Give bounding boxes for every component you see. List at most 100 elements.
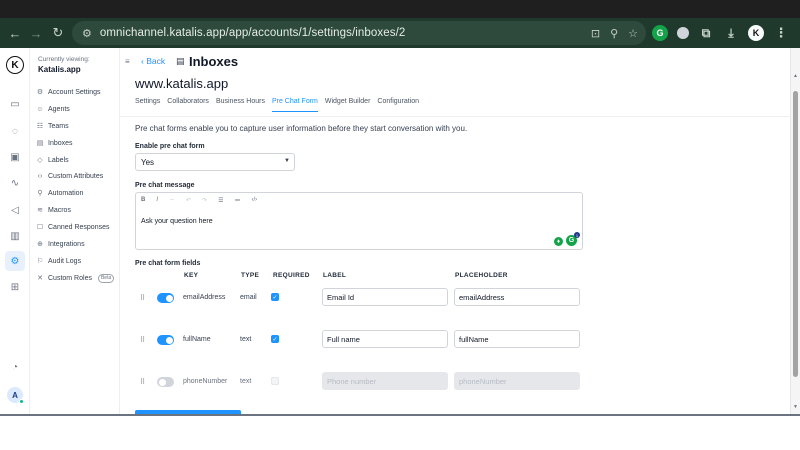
- conversations-icon[interactable]: ◌: [7, 123, 23, 139]
- primary-nav-rail: K ▭ ◌ ▣ ∿ ◁ ▥ ⚙ ⊞ ◔ A: [0, 48, 30, 414]
- back-button-label: Back: [146, 56, 166, 66]
- sidebar-item-integrations[interactable]: ⊕ Integrations: [36, 237, 118, 251]
- sidebar-item-label: Account Settings: [48, 88, 101, 96]
- scroll-up-icon[interactable]: ▲: [793, 73, 798, 79]
- page-scrollbar[interactable]: ▲ ▼: [790, 48, 800, 414]
- forward-arrow-icon[interactable]: →: [24, 21, 48, 45]
- field-placeholder-input[interactable]: emailAddress: [454, 288, 580, 306]
- settings-icon: ⚙: [36, 89, 44, 96]
- sidebar-item-teams[interactable]: ☷ Teams: [36, 119, 118, 133]
- bookmark-star-icon[interactable]: ☆: [628, 27, 638, 40]
- sidebar-item-label: Automation: [48, 189, 84, 197]
- undo-icon[interactable]: ↶: [186, 197, 191, 204]
- field-label-input[interactable]: Phone number: [322, 372, 448, 390]
- app-window: K ▭ ◌ ▣ ∿ ◁ ▥ ⚙ ⊞ ◔ A Currently viewing:…: [0, 48, 800, 416]
- apps-chip-icon[interactable]: ⊞: [7, 279, 23, 295]
- sidebar-item-custom-attributes[interactable]: ‹› Custom Attributes: [36, 169, 118, 183]
- field-label-input[interactable]: Full name: [322, 330, 448, 348]
- extensions-puzzle-icon[interactable]: ⧉: [698, 25, 714, 41]
- reports-icon[interactable]: ∿: [7, 175, 23, 191]
- tab-widget-builder[interactable]: Widget Builder: [325, 98, 371, 112]
- scroll-down-icon[interactable]: ▼: [793, 404, 798, 410]
- url-text[interactable]: omnichannel.katalis.app/app/accounts/1/s…: [100, 27, 406, 39]
- site-info-icon[interactable]: ⚙: [82, 27, 92, 40]
- address-bar[interactable]: ⚙ omnichannel.katalis.app/app/accounts/1…: [72, 21, 646, 45]
- lightbulb-icon[interactable]: ♦: [554, 237, 563, 246]
- tab-configuration[interactable]: Configuration: [377, 98, 419, 112]
- drag-handle-icon[interactable]: ⠿: [140, 336, 145, 344]
- bold-icon[interactable]: B: [141, 197, 145, 204]
- sidebar-item-audit-logs[interactable]: ⚐ Audit Logs: [36, 254, 118, 268]
- field-label-input[interactable]: Email Id: [322, 288, 448, 306]
- field-placeholder-input[interactable]: fullName: [454, 330, 580, 348]
- sidebar-toggle-icon[interactable]: ≡: [125, 57, 130, 66]
- katalis-logo-icon[interactable]: K: [6, 56, 24, 74]
- sidebar-item-label: Custom Roles: [48, 274, 92, 282]
- field-required-checkbox[interactable]: [271, 377, 279, 385]
- field-placeholder-input[interactable]: phoneNumber: [454, 372, 580, 390]
- help-center-icon[interactable]: ▥: [7, 228, 23, 244]
- sidebar-item-macros[interactable]: ≋ Macros: [36, 203, 118, 217]
- bullet-list-icon[interactable]: ☰: [218, 197, 223, 204]
- settings-sidebar: Currently viewing: Katalis.app ⚙ Account…: [30, 48, 120, 414]
- zoom-icon[interactable]: ⚲: [610, 27, 618, 40]
- pre-chat-message-label: Pre chat message: [135, 182, 195, 189]
- profile-k-icon[interactable]: K: [748, 25, 764, 41]
- field-key: emailAddress: [183, 294, 226, 301]
- sidebar-item-canned-responses[interactable]: ☐ Canned Responses: [36, 220, 118, 234]
- beta-badge: Beta: [97, 273, 115, 283]
- canned-response-icon: ☐: [36, 224, 44, 231]
- install-app-icon[interactable]: ⊡: [591, 27, 600, 40]
- field-type: email: [240, 294, 257, 301]
- download-icon[interactable]: ⤓: [723, 25, 739, 41]
- tab-settings[interactable]: Settings: [135, 98, 160, 112]
- sidebar-item-labels[interactable]: ◇ Labels: [36, 153, 118, 167]
- drag-handle-icon[interactable]: ⠿: [140, 378, 145, 386]
- back-button[interactable]: ‹ Back: [141, 56, 165, 66]
- contacts-icon[interactable]: ▣: [7, 149, 23, 165]
- sidebar-item-automation[interactable]: ⚲ Automation: [36, 186, 118, 200]
- audit-log-icon: ⚐: [36, 258, 44, 265]
- notifications-bell-icon[interactable]: ◔: [7, 359, 23, 375]
- main-content: ≡ ‹ Back ▤ Inboxes www.katalis.app Setti…: [120, 48, 800, 416]
- field-enabled-toggle[interactable]: [157, 293, 174, 303]
- scrollbar-thumb[interactable]: [793, 91, 798, 377]
- sidebar-item-inboxes[interactable]: ▤ Inboxes: [36, 136, 118, 150]
- integrations-icon: ⊕: [37, 241, 43, 248]
- field-required-checkbox[interactable]: ✓: [271, 293, 279, 301]
- browser-menu-icon[interactable]: ⋮: [773, 25, 789, 41]
- editor-toolbar: B I ⇔ ↶ ↷ ☰ ≔ ‹/›: [141, 197, 257, 204]
- inbox-icon[interactable]: ▭: [7, 96, 23, 112]
- extension-dot-icon[interactable]: [677, 27, 689, 39]
- sidebar-item-agents[interactable]: ☺ Agents: [36, 102, 118, 116]
- field-enabled-toggle[interactable]: [157, 377, 174, 387]
- field-required-checkbox[interactable]: ✓: [271, 335, 279, 343]
- code-block-icon[interactable]: ‹/›: [251, 197, 257, 204]
- settings-gear-icon[interactable]: ⚙: [5, 251, 25, 271]
- pre-chat-message-text[interactable]: Ask your question here: [141, 218, 213, 225]
- account-name[interactable]: Katalis.app: [38, 65, 81, 74]
- enable-pre-chat-select[interactable]: Yes ▼: [135, 153, 295, 171]
- sidebar-item-label: Canned Responses: [48, 223, 110, 231]
- reload-icon[interactable]: ↻: [46, 21, 70, 45]
- italic-icon[interactable]: I: [156, 197, 158, 204]
- sidebar-item-account-settings[interactable]: ⚙ Account Settings: [36, 85, 118, 99]
- field-key: fullName: [183, 336, 211, 343]
- tab-business-hours[interactable]: Business Hours: [216, 98, 265, 112]
- grammarly-extension-icon[interactable]: G: [652, 25, 668, 41]
- custom-roles-icon: ✕: [37, 275, 43, 282]
- field-enabled-toggle[interactable]: [157, 335, 174, 345]
- toggle-knob: [165, 336, 173, 344]
- redo-icon[interactable]: ↷: [202, 197, 207, 204]
- drag-handle-icon[interactable]: ⠿: [140, 294, 145, 302]
- pre-chat-intro-text: Pre chat forms enable you to capture use…: [135, 124, 468, 133]
- sidebar-item-custom-roles[interactable]: ✕ Custom Roles Beta: [36, 271, 118, 285]
- online-status-dot: [19, 399, 24, 404]
- campaigns-icon[interactable]: ◁: [7, 202, 23, 218]
- tab-collaborators[interactable]: Collaborators: [167, 98, 209, 112]
- pre-chat-message-editor[interactable]: B I ⇔ ↶ ↷ ☰ ≔ ‹/› Ask your question here…: [135, 192, 583, 250]
- sidebar-item-label: Integrations: [48, 240, 85, 248]
- numbered-list-icon[interactable]: ≔: [234, 197, 240, 204]
- tab-pre-chat-form[interactable]: Pre Chat Form: [271, 98, 318, 112]
- link-icon[interactable]: ⇔: [169, 197, 175, 204]
